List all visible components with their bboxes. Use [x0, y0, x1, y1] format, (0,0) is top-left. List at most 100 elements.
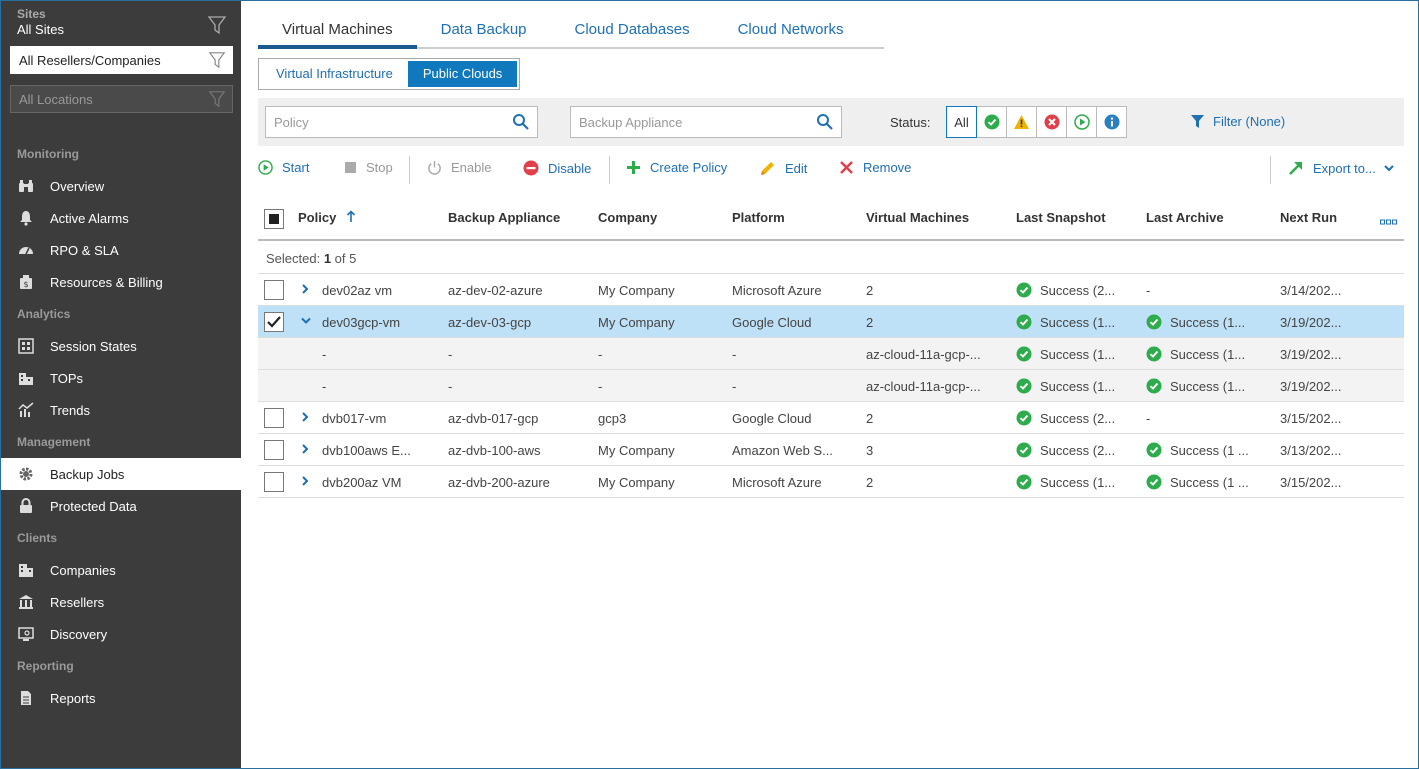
sidebar-item-discovery[interactable]: Discovery [1, 618, 241, 650]
chevron-right-icon[interactable] [300, 283, 310, 298]
cell-appliance: az-dev-02-azure [448, 283, 543, 298]
col-header-backup-appliance[interactable]: Backup Appliance [448, 210, 560, 225]
status-filter-group: All [946, 106, 1127, 138]
sidebar-item-backup-jobs[interactable]: Backup Jobs [1, 458, 242, 490]
edit-button[interactable]: Edit [759, 160, 807, 177]
error-icon [1044, 114, 1059, 130]
subtab-virtual-infrastructure[interactable]: Virtual Infrastructure [261, 61, 408, 87]
sidebar-item-active-alarms[interactable]: Active Alarms [1, 202, 241, 234]
cell-next-run: 3/19/202... [1280, 379, 1342, 394]
advanced-filter-link[interactable]: Filter (None) [1190, 114, 1285, 129]
subtab-bar: Virtual Infrastructure Public Clouds [258, 58, 521, 90]
row-checkbox[interactable] [264, 440, 284, 460]
tab-cloud-networks[interactable]: Cloud Networks [714, 15, 868, 49]
tab-virtual-machines[interactable]: Virtual Machines [258, 15, 417, 49]
cell-archive: Success (1... [1146, 378, 1245, 394]
locations-select[interactable]: All Locations [10, 85, 233, 113]
row-checkbox[interactable] [264, 408, 284, 428]
tab-cloud-databases[interactable]: Cloud Databases [551, 15, 714, 49]
sidebar-item-reports[interactable]: Reports [1, 682, 241, 714]
search-icon[interactable] [512, 113, 529, 133]
col-header-last-archive[interactable]: Last Archive [1146, 210, 1224, 225]
toolbar-divider [409, 156, 410, 184]
chevron-right-icon[interactable] [300, 475, 310, 490]
status-warning-button[interactable] [1006, 106, 1037, 138]
cell-archive: Success (1 ... [1146, 442, 1249, 458]
table-child-row[interactable]: - - - - az-cloud-11a-gcp-... Success (1.… [258, 338, 1404, 370]
cell-appliance: az-dev-03-gcp [448, 315, 532, 330]
col-header-next-run[interactable]: Next Run [1280, 210, 1337, 225]
table-row[interactable]: dvb017-vm az-dvb-017-gcp gcp3 Google Clo… [258, 402, 1404, 434]
status-info-button[interactable] [1096, 106, 1127, 138]
building-icon [17, 369, 35, 387]
disable-button[interactable]: Disable [523, 160, 591, 176]
select-all-checkbox[interactable] [264, 209, 284, 229]
chevron-down-icon[interactable] [300, 315, 312, 330]
chevron-right-icon[interactable] [300, 443, 310, 458]
col-header-platform[interactable]: Platform [732, 210, 785, 225]
archive-text: Success (1... [1170, 314, 1246, 330]
sites-selector[interactable]: Sites All Sites [17, 7, 64, 37]
sidebar-item-trends[interactable]: Trends [1, 394, 241, 426]
stop-button[interactable]: Stop [344, 160, 393, 175]
cell-next-run: 3/14/202... [1280, 283, 1342, 298]
chevron-right-icon[interactable] [300, 411, 310, 426]
policy-search-input[interactable] [266, 107, 537, 137]
row-checkbox[interactable] [264, 312, 284, 332]
cell-appliance: - [448, 379, 453, 394]
cell-platform: - [732, 347, 737, 362]
cell-platform: Google Cloud [732, 315, 812, 330]
sidebar-item-rpo-sla[interactable]: RPO & SLA [1, 234, 241, 266]
appliance-search-input[interactable] [571, 107, 841, 137]
edit-label: Edit [785, 161, 808, 176]
export-arrow-icon [1289, 162, 1302, 175]
status-running-button[interactable] [1066, 106, 1097, 138]
status-all-button[interactable]: All [946, 106, 977, 138]
col-header-policy[interactable]: Policy [298, 210, 356, 225]
sidebar-item-label: Trends [50, 402, 90, 418]
toolbar-divider [1270, 156, 1271, 184]
row-checkbox[interactable] [264, 280, 284, 300]
trend-chart-icon [17, 401, 35, 419]
sidebar-item-resources-billing[interactable]: $ Resources & Billing [1, 266, 241, 298]
sidebar-item-resellers[interactable]: Resellers [1, 586, 241, 618]
col-header-last-snapshot[interactable]: Last Snapshot [1016, 210, 1106, 225]
export-button[interactable]: Export to... [1288, 160, 1395, 176]
create-policy-button[interactable]: Create Policy [626, 160, 727, 175]
col-header-virtual-machines[interactable]: Virtual Machines [866, 210, 969, 225]
table-row[interactable]: dev02az vm az-dev-02-azure My Company Mi… [258, 274, 1404, 306]
start-button[interactable]: Start [258, 160, 309, 175]
archive-text: Success (1 ... [1170, 442, 1249, 458]
sidebar-item-overview[interactable]: Overview [1, 170, 241, 202]
sidebar-item-tops[interactable]: TOPs [1, 362, 241, 394]
table-child-row[interactable]: - - - - az-cloud-11a-gcp-... Success (1.… [258, 370, 1404, 402]
resellers-select[interactable]: All Resellers/Companies [10, 46, 233, 74]
cell-next-run: 3/19/202... [1280, 347, 1342, 362]
table-row[interactable]: dev03gcp-vm az-dev-03-gcp My Company Goo… [258, 306, 1404, 338]
cell-appliance: - [448, 347, 453, 362]
col-header-company[interactable]: Company [598, 210, 657, 225]
status-label: Status: [890, 115, 931, 130]
sidebar-item-protected-data[interactable]: Protected Data [1, 490, 241, 522]
subtab-public-clouds[interactable]: Public Clouds [407, 61, 518, 87]
success-icon [1016, 378, 1032, 394]
row-checkbox[interactable] [264, 472, 284, 492]
funnel-icon [208, 90, 226, 111]
table-row[interactable]: dvb200az VM az-dvb-200-azure My Company … [258, 466, 1404, 498]
search-icon[interactable] [816, 113, 833, 133]
sidebar-item-session-states[interactable]: Session States [1, 330, 241, 362]
remove-button[interactable]: Remove [839, 160, 911, 175]
status-success-button[interactable] [976, 106, 1007, 138]
column-chooser-icon[interactable] [1380, 214, 1397, 229]
sites-funnel-icon[interactable] [207, 15, 227, 38]
status-error-button[interactable] [1036, 106, 1067, 138]
stop-label: Stop [366, 160, 393, 175]
table-row[interactable]: dvb100aws E... az-dvb-100-aws My Company… [258, 434, 1404, 466]
cell-archive: Success (1... [1146, 314, 1245, 330]
enable-button[interactable]: Enable [427, 160, 491, 175]
cell-next-run: 3/15/202... [1280, 411, 1342, 426]
sidebar-item-companies[interactable]: Companies [1, 554, 241, 586]
gauge-icon [17, 241, 35, 259]
cell-snapshot: Success (2... [1016, 282, 1115, 298]
tab-data-backup[interactable]: Data Backup [417, 15, 551, 49]
